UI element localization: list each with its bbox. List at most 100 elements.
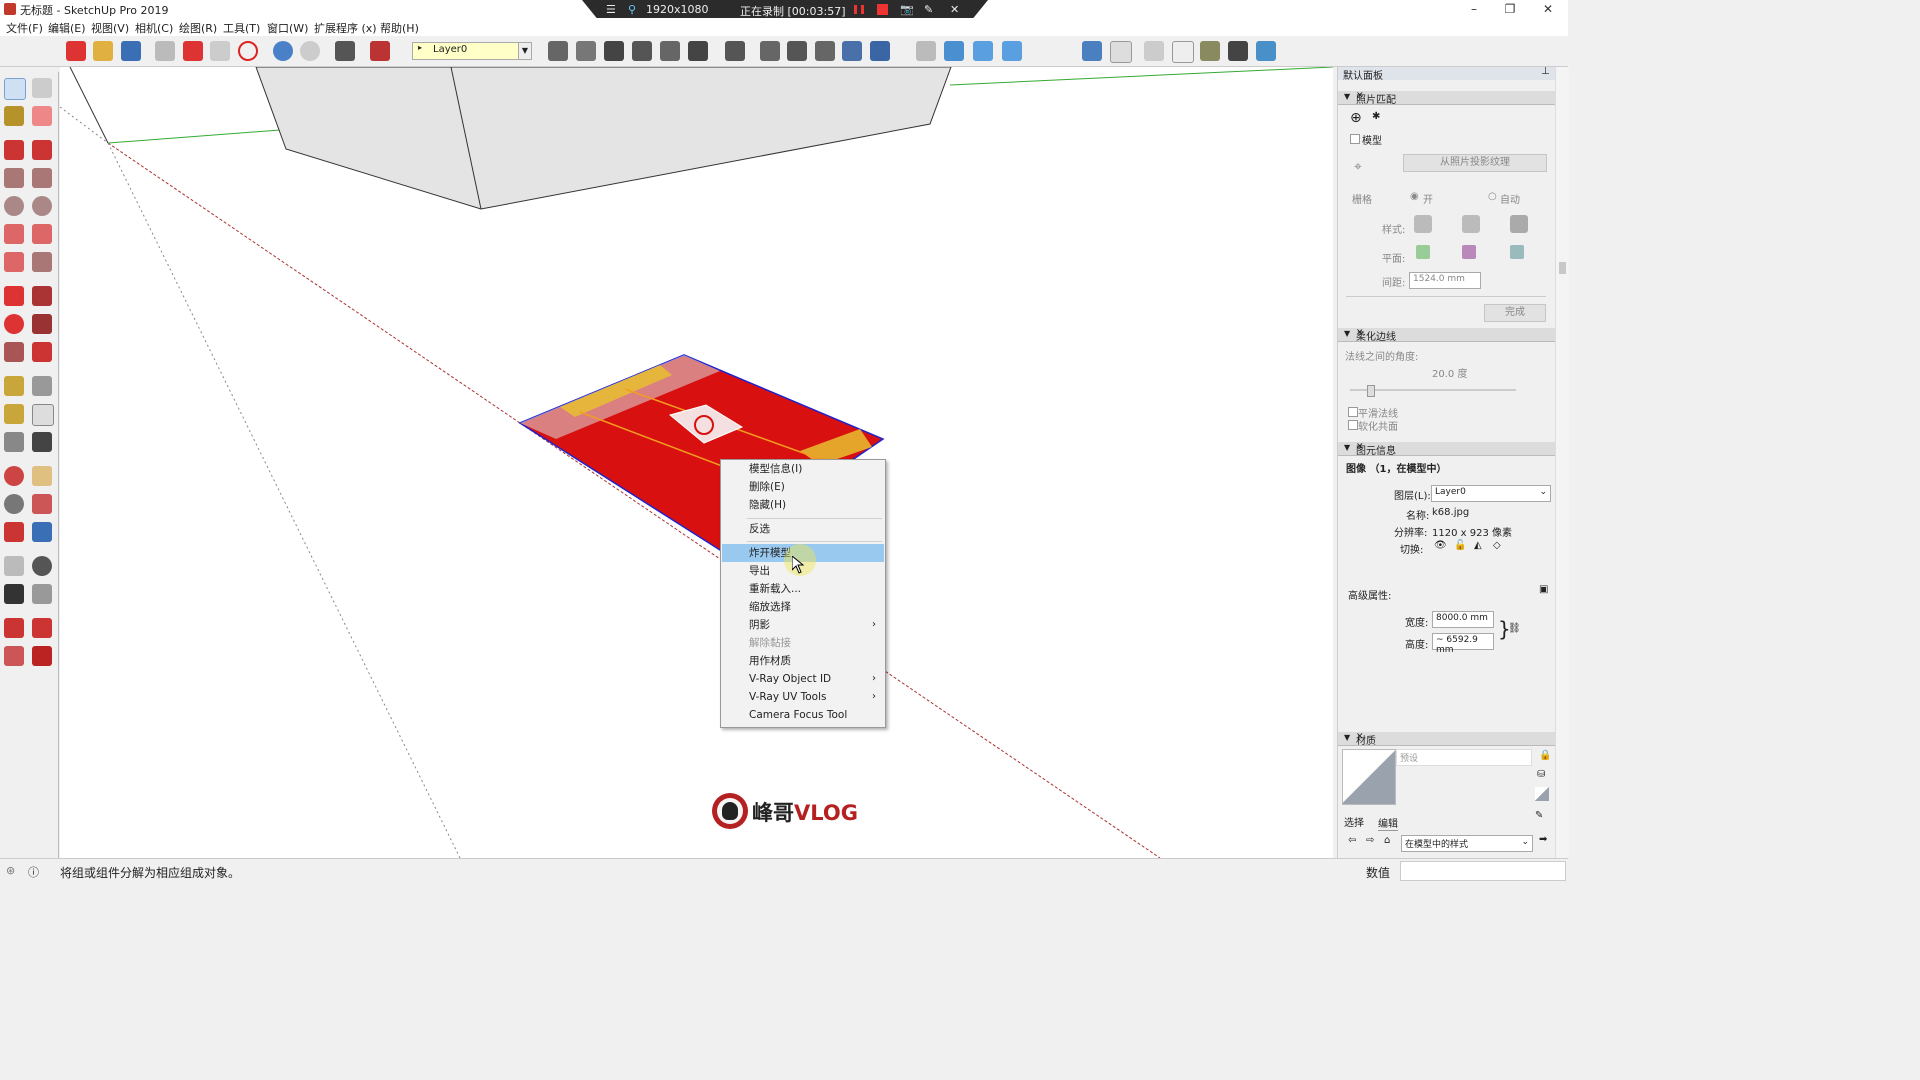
eraser-icon[interactable] [32,106,52,126]
follow-me-icon[interactable] [32,314,52,334]
photo-match-header[interactable]: ▼ 照片匹配 ✕ [1338,91,1556,106]
section-fill-icon[interactable] [1002,41,1022,61]
move-icon[interactable] [4,286,24,306]
menu-view[interactable]: 视图(V) [91,20,129,36]
right-view-icon[interactable] [632,41,652,61]
maximize-button[interactable]: ❐ [1492,0,1528,18]
forward-arrow-icon[interactable]: ⇨ [1366,835,1374,846]
extension-warehouse-icon[interactable] [32,618,52,638]
plane-red-green-icon[interactable] [1416,245,1430,259]
grid-on-radio[interactable]: ◉ [1410,191,1419,202]
menu-item-vray-object-id[interactable]: V-Ray Object ID › [722,670,884,688]
menu-item-reload[interactable]: 重新载入... [722,580,884,598]
tab-select[interactable]: 选择 [1344,814,1364,829]
material-name-input[interactable]: 预设 [1396,749,1532,766]
menu-item-camera-focus-tool[interactable]: Camera Focus Tool [722,706,884,724]
gear-icon[interactable]: ✱ [1372,111,1380,122]
zoom-icon[interactable] [4,494,24,514]
polygon-icon[interactable] [32,196,52,216]
position-camera-icon[interactable] [4,556,24,576]
top-view-icon[interactable] [576,41,596,61]
circle-icon[interactable] [4,196,24,216]
measurement-input[interactable] [1400,861,1566,881]
expand-attributes-icon[interactable]: ▣ [1539,584,1548,595]
eyedropper-icon[interactable]: ✎ [1535,810,1543,821]
style-xray-icon[interactable] [1082,41,1102,61]
menu-item-delete[interactable]: 删除(E) [722,478,884,496]
protractor-icon[interactable] [4,404,24,424]
grid-style-3-icon[interactable] [1510,215,1528,233]
line-tool-icon[interactable] [4,140,24,160]
menu-item-vray-uv-tools[interactable]: V-Ray UV Tools › [722,688,884,706]
details-arrow-icon[interactable]: ➡ [1539,834,1547,845]
3d-viewport[interactable] [60,67,1333,858]
entity-height-input[interactable]: ~ 6592.9 mm [1432,633,1494,655]
camera-icon[interactable]: 📷 [900,3,914,16]
shaded-icon[interactable] [815,41,835,61]
grid-auto-radio[interactable]: ○ [1488,191,1497,202]
menu-draw[interactable]: 绘图(R) [179,20,217,36]
entity-layer-dropdown[interactable]: Layer0 ⌄ [1431,485,1551,502]
send-to-layout-icon[interactable] [4,646,24,666]
close-panel-icon[interactable]: ✕ [1356,442,1552,452]
two-point-arc-icon[interactable] [32,224,52,244]
monochrome-icon[interactable] [870,41,890,61]
new-file-icon[interactable] [66,41,86,61]
menu-tools[interactable]: 工具(T) [223,20,260,36]
cut-icon[interactable] [155,41,175,61]
style-wireframe-icon[interactable] [1144,41,1164,61]
minimize-button[interactable]: – [1456,0,1492,18]
recorder-close-icon[interactable]: ✕ [950,3,959,16]
lock-icon[interactable]: 🔓 [1454,540,1466,551]
menu-item-shadows[interactable]: 阴影 › [722,616,884,634]
layer-dropdown[interactable]: ▸ Layer0 ▼ [412,42,532,60]
entity-info-header[interactable]: ▼ 图元信息 ✕ [1338,442,1556,457]
style-textured-icon[interactable] [1228,41,1248,61]
geo-location-icon[interactable]: ⊛ [6,864,15,877]
grid-style-1-icon[interactable] [1414,215,1432,233]
eye-icon[interactable]: 👁 [1434,540,1447,551]
project-texture-button[interactable]: 从照片投影纹理 [1403,154,1547,172]
arc-icon[interactable] [4,224,24,244]
menu-item-invert-selection[interactable]: 反选 [722,520,884,538]
xray-icon[interactable] [725,41,745,61]
menu-extensions[interactable]: 扩展程序 (x) [314,20,377,36]
previous-view-icon[interactable] [32,522,52,542]
add-photo-icon[interactable]: ⊕ [1350,110,1362,126]
tape-measure-icon[interactable] [4,376,24,396]
menu-camera[interactable]: 相机(C) [135,20,173,36]
pie-icon[interactable] [32,252,52,272]
create-material-icon[interactable]: 🔒 [1539,750,1551,761]
section-cut-icon[interactable] [973,41,993,61]
hidden-line-icon[interactable] [787,41,807,61]
box-geometry[interactable] [255,67,952,210]
home-icon[interactable]: ⌂ [1384,835,1390,846]
pin-icon[interactable]: ⚲ [628,3,636,16]
orbit-icon[interactable] [4,466,24,486]
offset-icon[interactable] [32,342,52,362]
menu-item-zoom-selection[interactable]: 缩放选择 [722,598,884,616]
save-icon[interactable] [121,41,141,61]
smooth-normals-checkbox[interactable] [1348,407,1358,417]
model-checkbox[interactable] [1350,134,1360,144]
pen-icon[interactable]: ✎ [924,3,933,16]
make-component-icon[interactable] [32,78,52,98]
entity-width-input[interactable]: 8000.0 mm [1432,611,1494,628]
receive-shadow-icon[interactable]: ◇ [1493,540,1501,551]
grid-style-2-icon[interactable] [1462,215,1480,233]
text-tool-icon[interactable] [32,404,54,426]
dimension-icon[interactable] [32,376,52,396]
axes-icon[interactable] [4,432,24,452]
style-shaded-icon[interactable] [1200,41,1220,61]
scrollbar-thumb[interactable] [1559,262,1566,274]
stop-icon[interactable] [877,4,888,15]
cast-shadow-icon[interactable]: ◭ [1474,540,1482,551]
menu-item-use-as-material[interactable]: 用作材质 [722,652,884,670]
look-around-icon[interactable] [32,556,52,576]
menu-item-model-info[interactable]: 模型信息(I) [722,460,884,478]
erase-icon[interactable] [238,41,258,61]
style-hidden-icon[interactable] [1172,41,1194,63]
iso-view-icon[interactable] [548,41,568,61]
menu-help[interactable]: 帮助(H) [380,20,419,36]
undo-icon[interactable] [273,41,293,61]
